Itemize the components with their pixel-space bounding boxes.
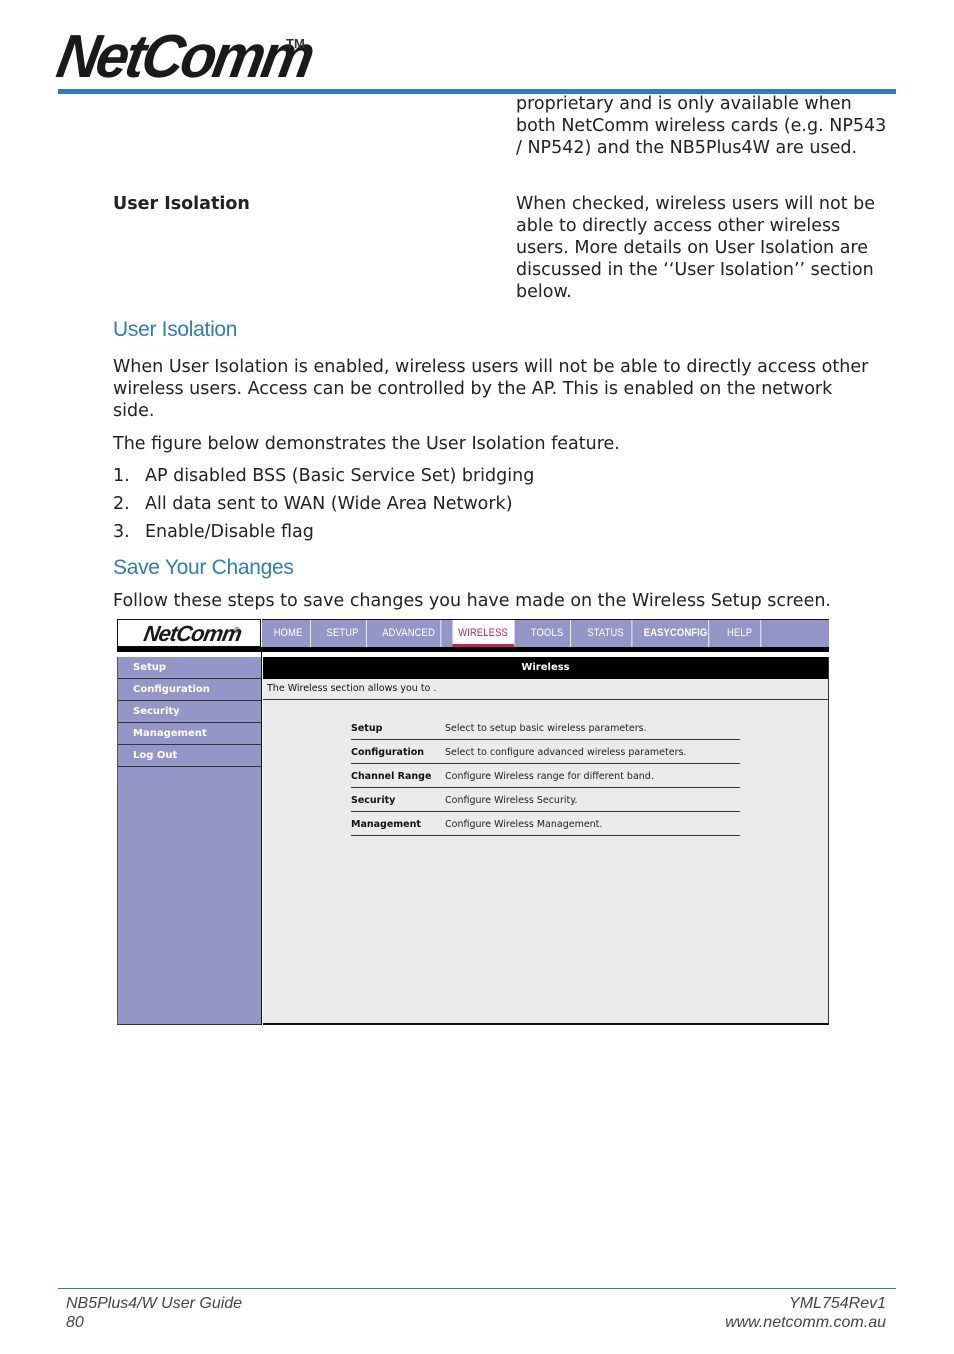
section-heading-save-changes: Save Your Changes: [113, 556, 294, 579]
user-isolation-paragraph: When User Isolation is enabled, wireless…: [113, 357, 869, 421]
tab-tools[interactable]: TOOLS: [524, 620, 571, 647]
sidebar-divider: [261, 652, 262, 1025]
main-panel-title: Wireless: [263, 657, 828, 679]
list-item: 1. AP disabled BSS (Basic Service Set) br…: [113, 465, 534, 487]
router-logo-text: NetComm: [141, 621, 244, 646]
sidebar-item-management[interactable]: Management: [118, 723, 261, 745]
router-logo: NetComm ®: [117, 619, 261, 647]
tab-help[interactable]: HELP: [719, 620, 762, 647]
netcomm-logo: NetComm TM: [52, 22, 317, 90]
router-sidebar: Setup Configuration Security Management …: [117, 657, 261, 1025]
list-number: 3.: [113, 522, 130, 542]
router-main-panel: Wireless The Wireless section allows you…: [263, 657, 829, 1025]
trademark-symbol: TM: [286, 36, 305, 51]
registered-symbol: ®: [233, 626, 241, 635]
definition-description: When checked, wireless users will not be…: [516, 194, 876, 302]
option-link-management[interactable]: Management: [351, 819, 421, 830]
option-description: Configure Wireless Management.: [445, 819, 603, 830]
save-changes-paragraph: Follow these steps to save changes you h…: [113, 591, 831, 611]
logo-text: NetComm: [52, 22, 318, 91]
tab-status[interactable]: STATUS: [580, 620, 633, 647]
wireless-option-row: Setup Select to setup basic wireless par…: [351, 717, 740, 740]
tab-setup[interactable]: SETUP: [319, 620, 367, 647]
option-link-channel-range[interactable]: Channel Range: [351, 771, 431, 782]
definition-term: User Isolation: [113, 194, 250, 214]
tab-wireless[interactable]: WIRELESS: [452, 620, 515, 647]
footer-rule: [58, 1288, 896, 1289]
router-nav-bar: HOME SETUP ADVANCED WIRELESS TOOLS STATU…: [262, 619, 829, 647]
document-code: YML754Rev1: [789, 1295, 886, 1312]
list-number: 2.: [113, 494, 130, 514]
option-description: Configure Wireless Security.: [445, 795, 578, 806]
list-text: Enable/Disable flag: [145, 522, 314, 542]
option-link-configuration[interactable]: Configuration: [351, 747, 424, 758]
tab-advanced[interactable]: ADVANCED: [377, 620, 442, 647]
wireless-option-row: Security Configure Wireless Security.: [351, 789, 740, 812]
page-number: 80: [66, 1314, 84, 1331]
list-text: AP disabled BSS (Basic Service Set) brid…: [145, 466, 535, 486]
sidebar-item-log-out[interactable]: Log Out: [118, 745, 261, 767]
wireless-option-row: Management Configure Wireless Management…: [351, 813, 740, 836]
option-link-security[interactable]: Security: [351, 795, 395, 806]
list-text: All data sent to WAN (Wide Area Network): [145, 494, 513, 514]
option-link-setup[interactable]: Setup: [351, 723, 382, 734]
sidebar-item-configuration[interactable]: Configuration: [118, 679, 261, 701]
website-link[interactable]: www.netcomm.com.au: [725, 1313, 886, 1332]
nav-underline-bar: [117, 647, 829, 652]
tab-home[interactable]: HOME: [266, 620, 312, 647]
guide-title: NB5Plus4/W User Guide: [66, 1295, 243, 1312]
option-description: Select to configure advanced wireless pa…: [445, 747, 687, 758]
definition-description: proprietary and is only available when b…: [516, 94, 887, 158]
router-ui-screenshot: NetComm ® HOME SETUP ADVANCED WIRELESS T…: [117, 619, 829, 1025]
wireless-options-list: Setup Select to setup basic wireless par…: [351, 717, 740, 837]
tab-easyconfig[interactable]: EASYCONFIG: [643, 620, 710, 647]
list-number: 1.: [113, 466, 130, 486]
footer-right: YML754Rev1 www.netcomm.com.au: [725, 1294, 886, 1332]
sidebar-item-setup[interactable]: Setup: [118, 657, 261, 679]
footer-left: NB5Plus4/W User Guide 80: [66, 1294, 242, 1332]
option-description: Select to setup basic wireless parameter…: [445, 723, 647, 734]
list-item: 2. All data sent to WAN (Wide Area Networ…: [113, 493, 513, 515]
sidebar-item-security[interactable]: Security: [118, 701, 261, 723]
figure-intro-paragraph: The figure below demonstrates the User I…: [113, 434, 620, 454]
option-description: Configure Wireless range for different b…: [445, 771, 654, 782]
section-heading-user-isolation: User Isolation: [113, 318, 238, 341]
wireless-option-row: Configuration Select to configure advanc…: [351, 741, 740, 764]
list-item: 3. Enable/Disable flag: [113, 521, 314, 543]
main-panel-description: The Wireless section allows you to .: [263, 679, 828, 700]
wireless-option-row: Channel Range Configure Wireless range f…: [351, 765, 740, 788]
